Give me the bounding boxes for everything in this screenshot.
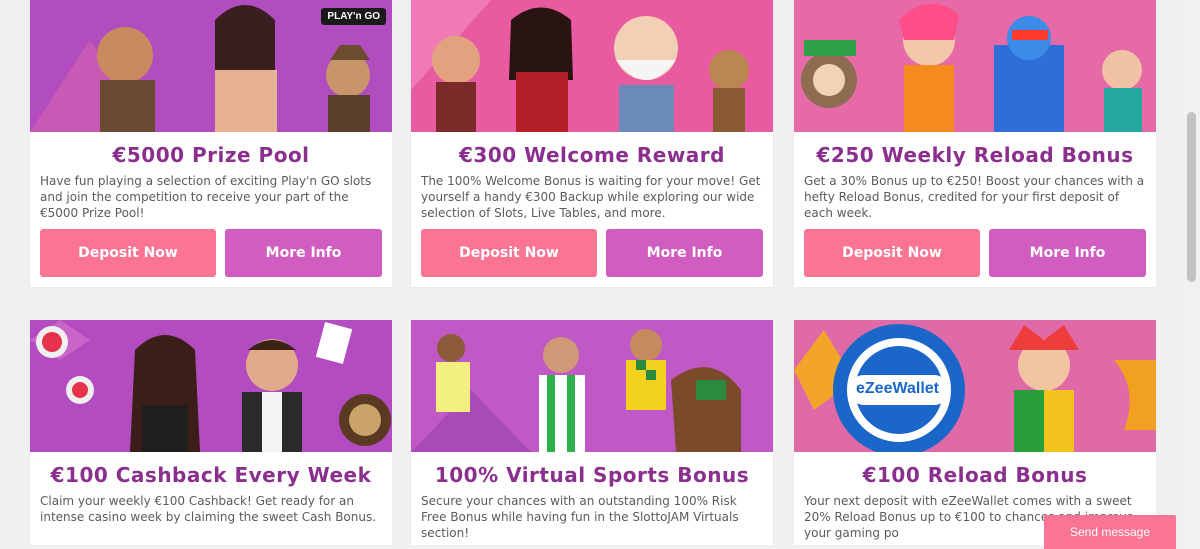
promo-card-cashback: €100 Cashback Every Week Claim your week… [30,320,392,545]
deposit-now-button[interactable]: Deposit Now [804,229,980,277]
promo-card-prize-pool: PLAY'n GO €5000 Prize Pool Have fun play… [30,0,392,287]
banner-illustration [794,0,1156,132]
more-info-button[interactable]: More Info [225,229,382,277]
promo-card-virtual-sports: 100% Virtual Sports Bonus Secure your ch… [411,320,773,545]
card-description: Claim your weekly €100 Cashback! Get rea… [40,494,377,524]
promo-banner-image: eZeeWallet [794,320,1156,452]
card-title: €5000 Prize Pool [112,143,310,167]
send-message-button[interactable]: Send message [1044,515,1176,549]
page-scrollbar[interactable] [1183,0,1200,549]
promo-banner-image [794,0,1156,132]
card-title: €100 Reload Bonus [862,463,1088,487]
deposit-now-button[interactable]: Deposit Now [421,229,597,277]
card-description: The 100% Welcome Bonus is waiting for yo… [421,174,761,220]
card-title: €100 Cashback Every Week [50,463,372,487]
card-description: Secure your chances with an outstanding … [421,494,739,540]
more-info-button[interactable]: More Info [606,229,763,277]
card-title: €250 Weekly Reload Bonus [816,143,1134,167]
banner-illustration [411,0,773,132]
ezeewallet-logo: eZeeWallet [856,380,939,397]
promo-banner-image: PLAY'n GO [30,0,392,132]
deposit-now-button[interactable]: Deposit Now [40,229,216,277]
card-title: €300 Welcome Reward [459,143,725,167]
playngo-logo: PLAY'n GO [321,8,386,25]
banner-illustration [794,320,1156,452]
promo-banner-image [30,320,392,452]
promo-card-welcome-reward: €300 Welcome Reward The 100% Welcome Bon… [411,0,773,287]
card-description: Have fun playing a selection of exciting… [40,174,372,220]
promo-banner-image [411,0,773,132]
promo-card-reload-bonus: eZeeWallet €100 Reload Bonus Your next d… [794,320,1156,545]
banner-illustration [411,320,773,452]
more-info-button[interactable]: More Info [989,229,1146,277]
promo-banner-image [411,320,773,452]
promo-card-weekly-reload: €250 Weekly Reload Bonus Get a 30% Bonus… [794,0,1156,287]
card-title: 100% Virtual Sports Bonus [434,463,750,487]
banner-illustration [30,320,392,452]
scrollbar-thumb[interactable] [1187,112,1196,282]
card-description: Get a 30% Bonus up to €250! Boost your c… [804,174,1145,220]
